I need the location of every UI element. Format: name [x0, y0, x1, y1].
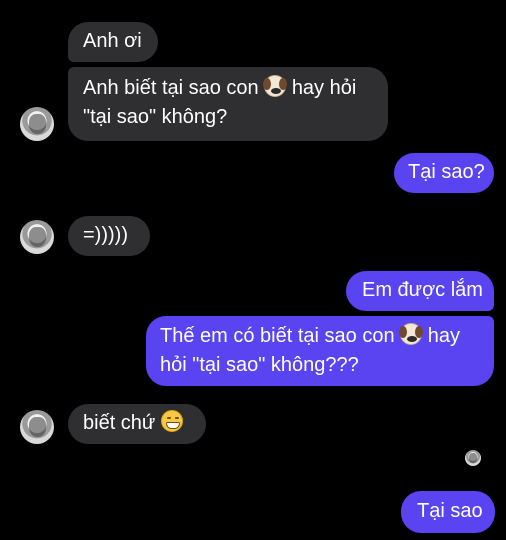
contact-avatar[interactable]	[20, 220, 54, 254]
message-thread: Anh ơi Anh biết tại sao con hay hỏi "tại…	[0, 0, 506, 540]
message-text: Em được lắm	[362, 279, 483, 301]
contact-avatar[interactable]	[20, 107, 54, 141]
incoming-message[interactable]: Anh biết tại sao con hay hỏi "tại sao" k…	[68, 67, 388, 141]
outgoing-message[interactable]: Tại sao	[401, 491, 495, 533]
read-receipt-avatar	[465, 450, 481, 466]
message-text: Anh biết tại sao con	[83, 77, 259, 99]
message-text: hay hỏi	[291, 77, 357, 99]
incoming-message[interactable]: biết chứ	[68, 404, 206, 444]
outgoing-message[interactable]: Thế em có biết tại sao con hay hỏi "tại …	[146, 316, 494, 386]
message-text: Tại sao?	[408, 161, 485, 183]
message-text: hỏi "tại sao" không???	[160, 354, 359, 376]
message-text: =)))))	[83, 224, 128, 246]
message-text: hay	[427, 325, 460, 347]
message-text: Tại sao	[417, 500, 483, 522]
message-text: Anh ơi	[83, 30, 142, 52]
incoming-message[interactable]: =)))))	[68, 216, 150, 256]
message-text: Thế em có biết tại sao con	[160, 325, 395, 347]
contact-avatar[interactable]	[20, 410, 54, 444]
message-text: "tại sao" không?	[83, 106, 228, 128]
grinning-face-emoji-icon	[160, 410, 183, 432]
outgoing-message[interactable]: Em được lắm	[346, 271, 494, 311]
outgoing-message[interactable]: Tại sao?	[394, 153, 494, 193]
dog-face-emoji-icon	[263, 75, 288, 97]
dog-face-emoji-icon	[399, 323, 424, 345]
message-text: biết chứ	[83, 412, 156, 434]
incoming-message[interactable]: Anh ơi	[68, 22, 158, 62]
